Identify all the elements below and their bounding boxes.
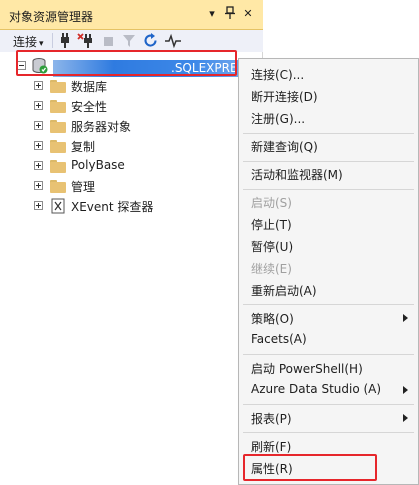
menu-item-facets[interactable]: Facets(A) (239, 330, 418, 350)
menu-item-label: 报表(P) (251, 412, 292, 426)
menu-item-label: 策略(O) (251, 312, 294, 326)
menu-item-pause[interactable]: 暂停(U) (239, 236, 418, 256)
menu-item-label: 刷新(F) (251, 440, 292, 454)
connect-dropdown[interactable]: 连接 ▾ (13, 33, 44, 50)
menu-item-label: 属性(R) (251, 462, 293, 476)
tree-item-management[interactable]: 管理 (0, 176, 263, 196)
expand-toggle[interactable] (34, 201, 43, 210)
menu-item-label: 重新启动(A) (251, 284, 317, 298)
tree-item-label: PolyBase (71, 158, 125, 172)
menu-item-restart[interactable]: 重新启动(A) (239, 280, 418, 300)
menu-item-label: 停止(T) (251, 218, 292, 232)
menu-item-label: 断开连接(D) (251, 90, 318, 104)
menu-item-refresh[interactable]: 刷新(F) (239, 436, 418, 456)
toolbar-separator (52, 33, 53, 48)
expand-toggle[interactable] (34, 181, 43, 190)
expand-toggle[interactable] (34, 141, 43, 150)
menu-item-register[interactable]: 注册(G)... (239, 108, 418, 128)
menu-item-properties[interactable]: 属性(R) (239, 458, 418, 478)
object-explorer-toolbar: 连接 ▾ (0, 30, 263, 52)
menu-separator (243, 354, 414, 355)
menu-item-label: 活动和监视器(M) (251, 168, 343, 182)
tree-item-databases[interactable]: 数据库 (0, 76, 263, 96)
submenu-arrow-icon (403, 386, 408, 394)
object-explorer-tree: .SQLEXPRESS 数据库 安全性 服务器对象 复制 PolyBase 管理… (0, 52, 263, 485)
close-panel-button[interactable]: ✕ (241, 6, 255, 22)
connect-plug-icon[interactable] (57, 32, 73, 49)
tree-item-label: 管理 (71, 180, 96, 194)
tree-item-label: 安全性 (71, 100, 108, 114)
tree-item-label: 复制 (71, 140, 96, 154)
menu-item-reports[interactable]: 报表(P) (239, 408, 418, 428)
menu-item-label: Azure Data Studio (A) (251, 382, 382, 396)
menu-item-label: 启动(S) (251, 196, 292, 210)
submenu-arrow-icon (403, 414, 408, 422)
server-icon (31, 57, 48, 74)
tree-item-security[interactable]: 安全性 (0, 96, 263, 116)
menu-item-label: 连接(C)... (251, 68, 305, 82)
tree-item-replication[interactable]: 复制 (0, 136, 263, 156)
stop-icon (101, 32, 117, 49)
filter-icon (121, 32, 137, 49)
menu-item-start-powershell[interactable]: 启动 PowerShell(H) (239, 358, 418, 378)
menu-item-activity-monitor[interactable]: 活动和监视器(M) (239, 164, 418, 184)
menu-item-new-query[interactable]: 新建查询(Q) (239, 136, 418, 156)
menu-separator (243, 161, 414, 162)
menu-separator (243, 404, 414, 405)
object-explorer-titlebar: 对象资源管理器 ▾ ✕ (0, 0, 263, 30)
tree-item-label: XEvent 探查器 (71, 200, 154, 214)
menu-item-resume: 继续(E) (239, 258, 418, 278)
menu-separator (243, 189, 414, 190)
menu-item-policies[interactable]: 策略(O) (239, 308, 418, 328)
chevron-down-icon: ▾ (39, 39, 44, 49)
menu-item-start: 启动(S) (239, 192, 418, 212)
folder-icon (50, 160, 66, 176)
menu-separator (243, 133, 414, 134)
menu-item-label: 暂停(U) (251, 240, 294, 254)
folder-icon (50, 180, 66, 196)
menu-item-azure-data-studio[interactable]: Azure Data Studio (A) (239, 380, 418, 400)
collapse-toggle[interactable] (17, 61, 26, 70)
window-position-button[interactable]: ▾ (205, 6, 219, 22)
expand-toggle[interactable] (34, 121, 43, 130)
menu-separator (243, 432, 414, 433)
expand-toggle[interactable] (34, 101, 43, 110)
tree-item-label: 服务器对象 (71, 120, 132, 134)
folder-icon (50, 120, 66, 136)
expand-toggle[interactable] (34, 81, 43, 90)
folder-icon (50, 80, 66, 96)
pin-icon[interactable] (223, 6, 237, 22)
server-node[interactable]: .SQLEXPRESS (0, 56, 263, 77)
activity-monitor-icon[interactable] (164, 32, 181, 49)
expand-toggle[interactable] (34, 161, 43, 170)
tree-item-label: 数据库 (71, 80, 108, 94)
tree-item-polybase[interactable]: PolyBase (0, 156, 263, 176)
folder-icon (50, 100, 66, 116)
xevent-icon (51, 198, 67, 214)
menu-item-disconnect[interactable]: 断开连接(D) (239, 86, 418, 106)
disconnect-icon[interactable] (77, 32, 93, 49)
panel-title: 对象资源管理器 (9, 10, 94, 24)
refresh-icon[interactable] (143, 32, 159, 49)
menu-separator (243, 304, 414, 305)
server-context-menu: 连接(C)... 断开连接(D) 注册(G)... 新建查询(Q) 活动和监视器… (238, 58, 419, 485)
menu-item-label: 注册(G)... (251, 112, 306, 126)
tree-item-xevent-profiler[interactable]: XEvent 探查器 (0, 196, 263, 216)
menu-item-connect[interactable]: 连接(C)... (239, 64, 418, 84)
connect-label: 连接 (13, 35, 38, 49)
menu-item-label: 新建查询(Q) (251, 140, 318, 154)
menu-item-label: Facets(A) (251, 332, 307, 346)
menu-item-label: 启动 PowerShell(H) (251, 362, 363, 376)
menu-item-label: 继续(E) (251, 262, 292, 276)
tree-item-server-objects[interactable]: 服务器对象 (0, 116, 263, 136)
folder-icon (50, 140, 66, 156)
submenu-arrow-icon (403, 314, 408, 322)
menu-item-stop[interactable]: 停止(T) (239, 214, 418, 234)
